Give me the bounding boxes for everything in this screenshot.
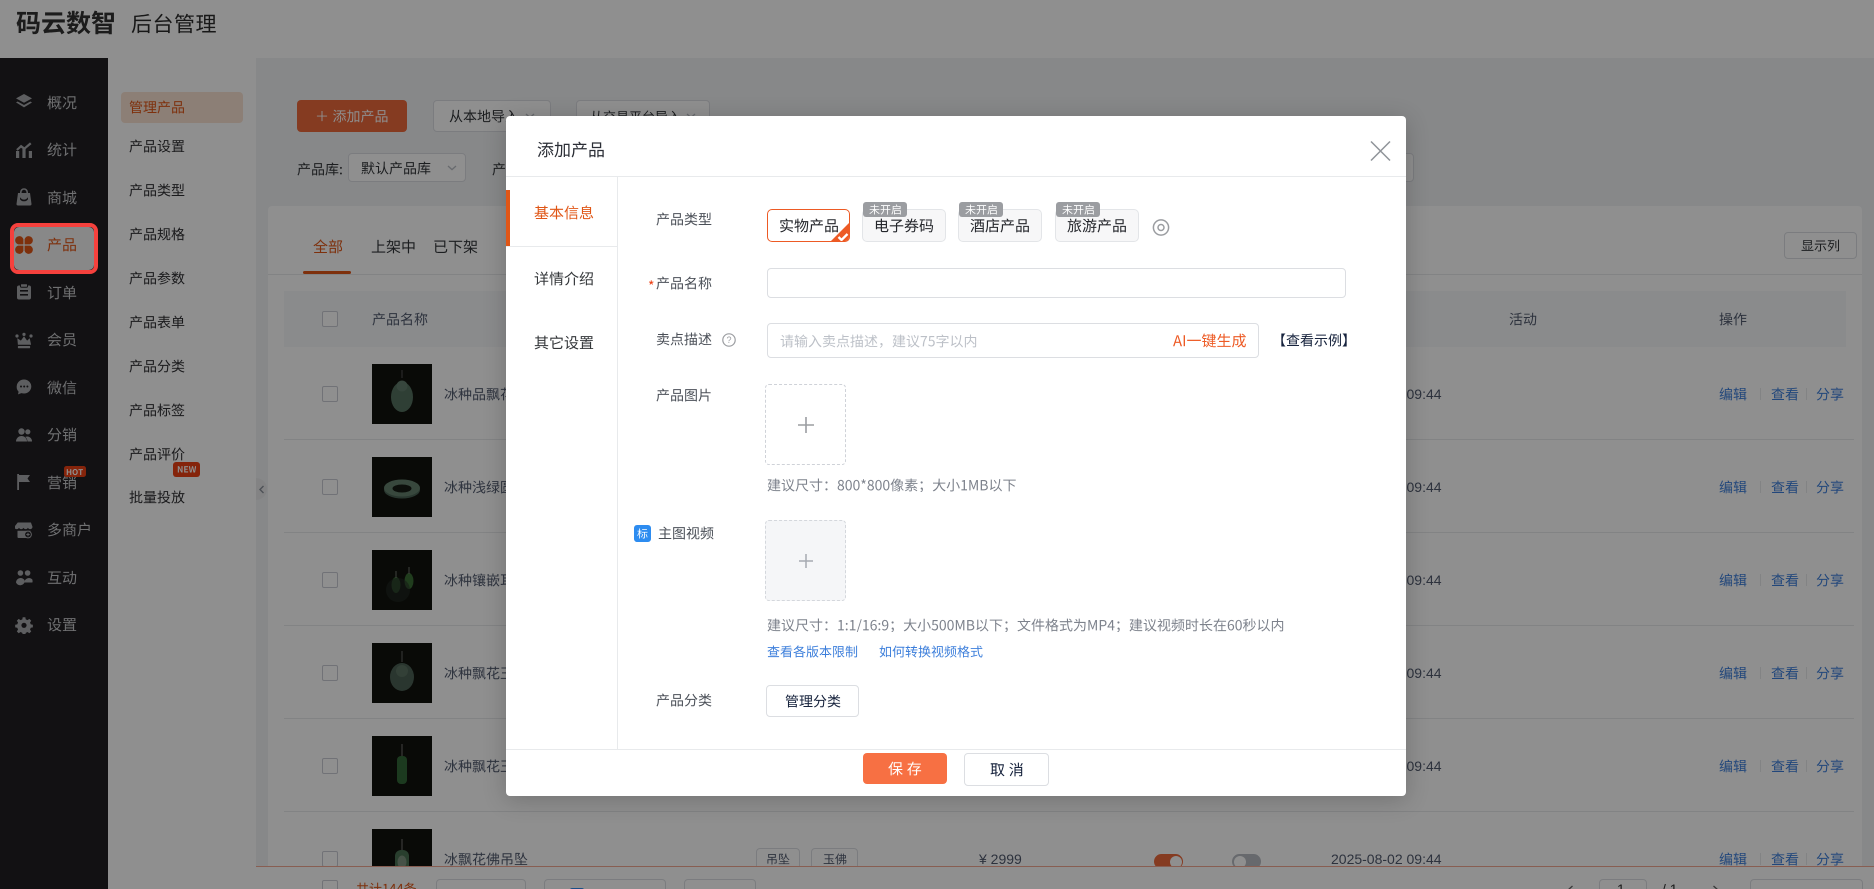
svg-text:?: ? <box>726 335 731 345</box>
